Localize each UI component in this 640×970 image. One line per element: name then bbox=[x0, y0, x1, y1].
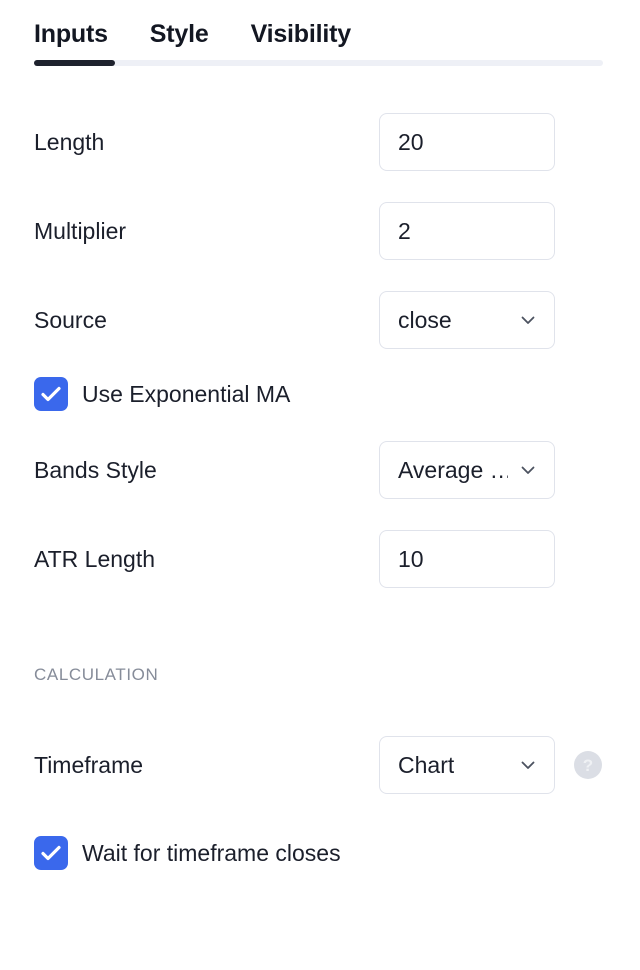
chevron-down-icon bbox=[518, 310, 538, 330]
label-length: Length bbox=[34, 129, 105, 155]
row-atr-length: ATR Length 10 bbox=[0, 530, 640, 588]
tabbar: Inputs Style Visibility bbox=[34, 14, 604, 66]
timeframe-select-value: Chart bbox=[398, 752, 455, 778]
row-use-exponential-ma: Use Exponential MA bbox=[0, 377, 640, 417]
help-icon-glyph: ? bbox=[582, 756, 594, 775]
length-input-value: 20 bbox=[398, 129, 424, 155]
section-header-calculation: CALCULATION bbox=[34, 665, 159, 684]
source-select[interactable]: close bbox=[379, 291, 555, 349]
label-wait-for-timeframe-closes[interactable]: Wait for timeframe closes bbox=[82, 836, 341, 870]
row-timeframe: Timeframe Chart ? bbox=[0, 736, 640, 794]
label-use-exponential-ma[interactable]: Use Exponential MA bbox=[82, 377, 290, 411]
row-bands-style: Bands Style Average … bbox=[0, 441, 640, 499]
label-source: Source bbox=[34, 307, 107, 333]
indicator-settings-panel: Inputs Style Visibility Length 20 Multip… bbox=[0, 0, 640, 970]
row-multiplier: Multiplier 2 bbox=[0, 202, 640, 260]
wait-for-timeframe-closes-checkbox[interactable] bbox=[34, 836, 68, 870]
bands-style-select[interactable]: Average … bbox=[379, 441, 555, 499]
label-bands-style: Bands Style bbox=[34, 457, 157, 483]
check-icon bbox=[41, 386, 61, 402]
use-exponential-ma-checkbox[interactable] bbox=[34, 377, 68, 411]
multiplier-input-value: 2 bbox=[398, 218, 411, 244]
label-multiplier: Multiplier bbox=[34, 218, 127, 244]
help-icon[interactable]: ? bbox=[574, 751, 602, 779]
atr-length-input[interactable]: 10 bbox=[379, 530, 555, 588]
check-icon bbox=[41, 845, 61, 861]
label-atr-length: ATR Length bbox=[34, 546, 156, 572]
length-input[interactable]: 20 bbox=[379, 113, 555, 171]
tab-visibility[interactable]: Visibility bbox=[251, 14, 352, 54]
row-length: Length 20 bbox=[0, 113, 640, 171]
row-source: Source close bbox=[0, 291, 640, 349]
tab-inputs[interactable]: Inputs bbox=[34, 14, 108, 54]
multiplier-input[interactable]: 2 bbox=[379, 202, 555, 260]
tab-active-indicator bbox=[34, 60, 115, 66]
atr-length-input-value: 10 bbox=[398, 546, 424, 572]
timeframe-select[interactable]: Chart bbox=[379, 736, 555, 794]
bands-style-select-value: Average … bbox=[398, 457, 508, 483]
row-wait-for-timeframe-closes: Wait for timeframe closes bbox=[0, 836, 640, 876]
chevron-down-icon bbox=[518, 460, 538, 480]
source-select-value: close bbox=[398, 307, 452, 333]
chevron-down-icon bbox=[518, 755, 538, 775]
tab-list: Inputs Style Visibility bbox=[34, 14, 604, 54]
tab-track bbox=[34, 60, 603, 66]
label-timeframe: Timeframe bbox=[34, 752, 144, 778]
tab-style[interactable]: Style bbox=[150, 14, 209, 54]
